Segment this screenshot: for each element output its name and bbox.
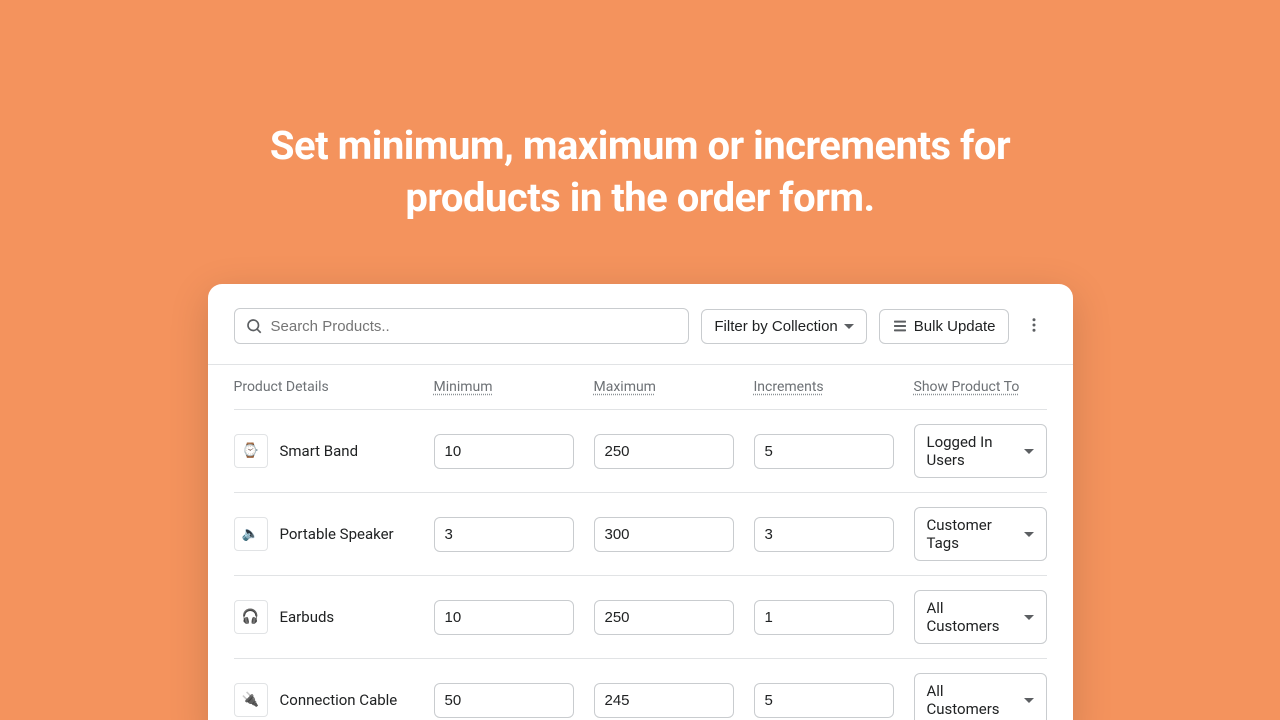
product-name: Portable Speaker [280,525,394,543]
col-minimum: Minimum [434,379,574,395]
hero-title: Set minimum, maximum or increments for p… [190,0,1090,224]
minimum-input[interactable] [434,683,574,718]
col-maximum: Maximum [594,379,734,395]
show-to-value: Customer Tags [927,516,1016,552]
increments-input[interactable] [754,517,894,552]
col-increments: Increments [754,379,894,395]
product-name: Smart Band [280,442,359,460]
maximum-input[interactable] [594,600,734,635]
search-field[interactable] [234,308,690,344]
search-icon [245,317,263,335]
product-name: Earbuds [280,608,335,626]
chevron-down-icon [1024,615,1034,620]
chevron-down-icon [844,324,854,329]
increments-input[interactable] [754,683,894,718]
minimum-input[interactable] [434,434,574,469]
more-actions-button[interactable] [1021,310,1047,343]
maximum-input[interactable] [594,683,734,718]
product-thumb: 🔈 [234,517,268,551]
table-header: Product Details Minimum Maximum Incremen… [234,365,1047,409]
chevron-down-icon [1024,532,1034,537]
table-row: ⌚ Smart Band Logged In Users [234,409,1047,492]
search-input[interactable] [271,318,679,335]
show-to-select[interactable]: All Customers [914,673,1047,720]
chevron-down-icon [1024,698,1034,703]
show-to-select[interactable]: Customer Tags [914,507,1047,561]
show-to-value: Logged In Users [927,433,1016,469]
increments-input[interactable] [754,434,894,469]
list-icon [892,318,908,334]
maximum-input[interactable] [594,434,734,469]
more-vertical-icon [1025,316,1043,334]
show-to-value: All Customers [927,599,1016,635]
product-thumb: 🔌 [234,683,268,717]
show-to-select[interactable]: All Customers [914,590,1047,644]
settings-card: Filter by Collection Bulk Update Product… [208,284,1073,720]
filter-collection-button[interactable]: Filter by Collection [701,309,866,344]
bulk-label: Bulk Update [914,318,996,335]
table-row: 🔈 Portable Speaker Customer Tags [234,492,1047,575]
table-row: 🎧 Earbuds All Customers [234,575,1047,658]
maximum-input[interactable] [594,517,734,552]
show-to-select[interactable]: Logged In Users [914,424,1047,478]
product-thumb: ⌚ [234,434,268,468]
bulk-update-button[interactable]: Bulk Update [879,309,1009,344]
minimum-input[interactable] [434,517,574,552]
filter-label: Filter by Collection [714,318,837,335]
col-product: Product Details [234,379,414,395]
toolbar: Filter by Collection Bulk Update [234,308,1047,344]
chevron-down-icon [1024,449,1034,454]
minimum-input[interactable] [434,600,574,635]
col-showto: Show Product To [914,379,1047,395]
table-row: 🔌 Connection Cable All Customers [234,658,1047,720]
show-to-value: All Customers [927,682,1016,718]
product-name: Connection Cable [280,691,398,709]
increments-input[interactable] [754,600,894,635]
product-thumb: 🎧 [234,600,268,634]
